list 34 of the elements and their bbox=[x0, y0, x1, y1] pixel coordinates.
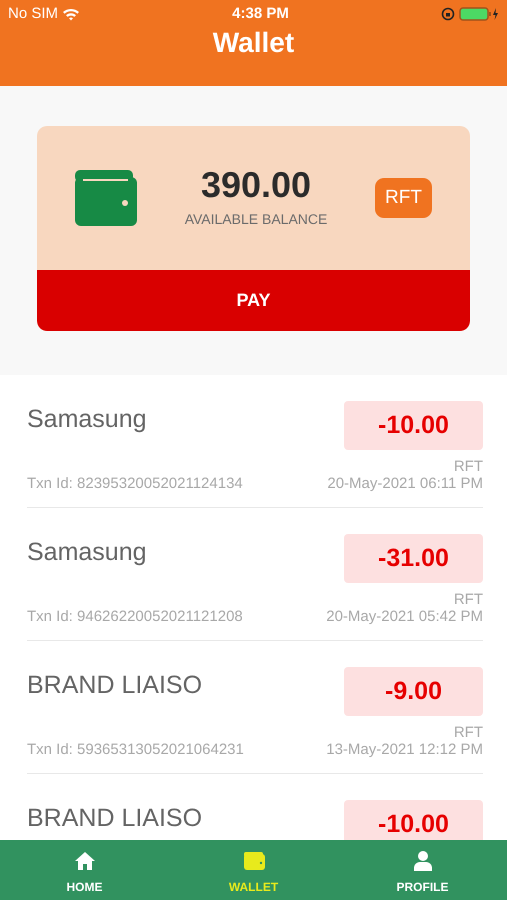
transaction-date: 20-May-2021 05:42 PM bbox=[326, 608, 483, 626]
pay-button[interactable]: PAY bbox=[37, 270, 470, 331]
currency-text: RFT bbox=[454, 591, 483, 608]
transaction-date: 20-May-2021 06:11 PM bbox=[327, 475, 483, 492]
transaction-date: 13-May-2021 12:12 PM bbox=[326, 741, 483, 758]
wallet-icon bbox=[242, 850, 264, 872]
rotation-lock-icon bbox=[441, 7, 455, 21]
balance-amount: 390.00 bbox=[200, 166, 312, 202]
merchant-name: Samasung bbox=[27, 407, 147, 432]
currency-text: RFT bbox=[454, 458, 483, 476]
tab-button[interactable]: WALLET bbox=[169, 840, 338, 900]
clock-text: 4:38 PM bbox=[232, 4, 289, 24]
amount-text: -10.00 bbox=[344, 401, 483, 450]
merchant-name: BRAND LIAISO bbox=[27, 806, 202, 831]
currency-text: RFT bbox=[454, 724, 483, 742]
transaction-id: Txn Id: 59365313052021064231 bbox=[27, 741, 244, 758]
amount-text: -10.00 bbox=[344, 800, 483, 840]
person-icon bbox=[412, 850, 434, 872]
carrier-text: No SIM bbox=[8, 4, 58, 24]
wifi-icon bbox=[62, 7, 80, 21]
transaction-id: Txn Id: 82395320052021124134 bbox=[27, 475, 243, 492]
currency-chip: RFT bbox=[375, 178, 432, 218]
balance-label: AVAILABLE BALANCE bbox=[184, 210, 328, 228]
merchant-name: Samasung bbox=[27, 540, 147, 565]
wallet-icon bbox=[75, 170, 137, 226]
page-title: Wallet bbox=[212, 29, 296, 57]
battery-icon bbox=[459, 7, 499, 21]
amount-text: -9.00 bbox=[344, 667, 483, 716]
merchant-name: BRAND LIAISO bbox=[27, 673, 202, 698]
transaction-id: Txn Id: 94626220052021121208 bbox=[27, 608, 243, 626]
tab-button[interactable]: HOME bbox=[0, 840, 169, 900]
tab-button[interactable]: PROFILE bbox=[338, 840, 507, 900]
home-icon bbox=[74, 850, 96, 872]
amount-text: -31.00 bbox=[344, 534, 483, 583]
